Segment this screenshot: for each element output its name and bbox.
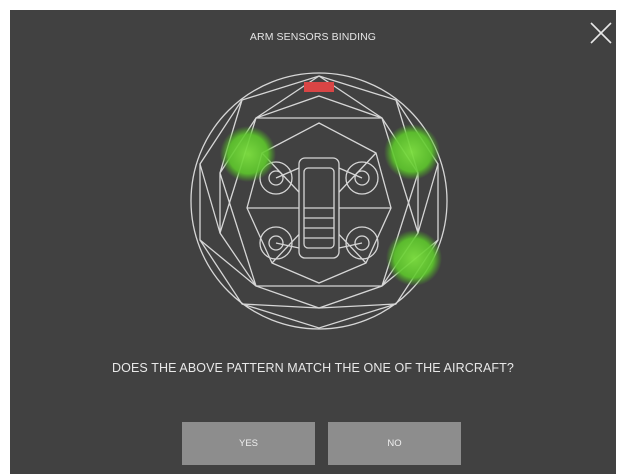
sensor-indicator-top-left [220, 126, 276, 182]
close-icon[interactable] [587, 19, 615, 47]
drone-cage-illustration [190, 72, 448, 330]
match-question: DOES THE ABOVE PATTERN MATCH THE ONE OF … [112, 361, 514, 375]
no-button[interactable]: NO [328, 422, 461, 465]
yes-button[interactable]: YES [182, 422, 315, 465]
arm-sensors-binding-dialog: ARM SENSORS BINDING DOES THE ABOVE PATTE… [10, 10, 616, 474]
sensor-indicator-top-right [384, 124, 440, 180]
dialog-title: ARM SENSORS BINDING [249, 31, 377, 43]
sensor-indicator-bottom-right [386, 230, 442, 286]
